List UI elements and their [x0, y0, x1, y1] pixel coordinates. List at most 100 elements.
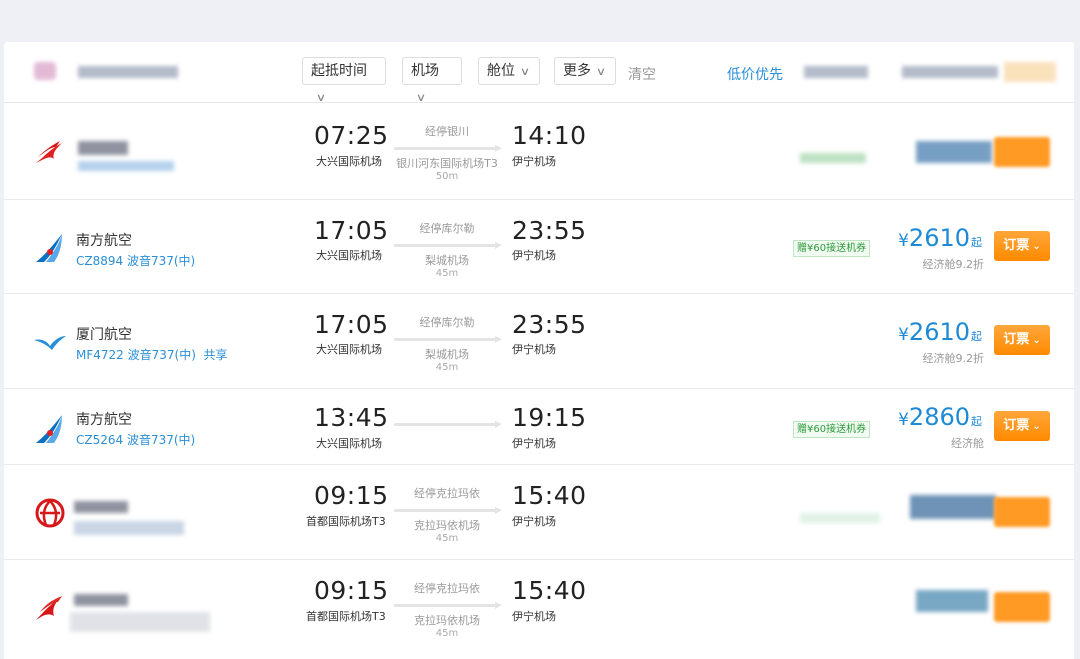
- departure-airport: 大兴国际机场: [316, 249, 382, 262]
- flight-info-link[interactable]: CZ5264 波音737(中): [76, 431, 195, 448]
- chevron-down-icon: ∨: [595, 65, 607, 78]
- china-southern-logo-icon: [36, 234, 62, 262]
- stop-airport: 克拉玛依机场: [414, 519, 480, 532]
- airport-filter[interactable]: 机场∨: [402, 57, 462, 104]
- departure-time: 09:15: [314, 576, 389, 605]
- codeshare-label: 共享: [203, 348, 228, 362]
- route-stop: 经停库尔勒 梨城机场 45m: [392, 220, 502, 279]
- arrival-time: 23:55: [512, 216, 587, 245]
- route-direct: [392, 415, 502, 431]
- blurred-airline-name: [78, 141, 128, 155]
- arrival-airport: 伊宁机场: [512, 155, 556, 168]
- sort-low-price[interactable]: 低价优先: [727, 64, 783, 84]
- route-stop: 经停克拉玛依 克拉玛依机场 45m: [392, 580, 502, 639]
- route-line: [392, 421, 502, 428]
- route-line: [392, 145, 502, 152]
- arrival-time: 15:40: [512, 481, 587, 510]
- airline-name: 厦门航空: [76, 327, 132, 343]
- flight-info-link[interactable]: CZ8894 波音737(中): [76, 252, 195, 269]
- airline-name: 南方航空: [76, 412, 132, 428]
- price: ¥2610起: [898, 318, 982, 346]
- stop-label: 经停克拉玛依: [414, 582, 480, 595]
- stop-label: 经停库尔勒: [419, 222, 475, 235]
- arrival-airport: 伊宁机场: [512, 437, 556, 450]
- departure-time: 13:45: [314, 403, 389, 432]
- departure-time: 07:25: [314, 121, 389, 150]
- cabin-class: 经济舱9.2折: [922, 352, 985, 365]
- flight-row: 南方航空 CZ5264 波音737(中) 13:45 大兴国际机场 19:15 …: [4, 389, 1074, 465]
- airline-logo-icon: [36, 596, 62, 620]
- flight-row: 09:15 首都国际机场T3 经停克拉玛依 克拉玛依机场 45m 15:40 伊…: [4, 465, 1074, 560]
- cabin-class: 经济舱: [951, 437, 984, 450]
- stop-airport: 梨城机场: [425, 254, 469, 267]
- book-button[interactable]: [994, 497, 1050, 527]
- arrival-time: 19:15: [512, 403, 587, 432]
- arrival-time: 14:10: [512, 121, 587, 150]
- airline-logo-icon: [36, 141, 62, 163]
- airline-name: 南方航空: [76, 233, 132, 249]
- stop-label: 经停库尔勒: [419, 316, 475, 329]
- stop-duration: 45m: [435, 533, 459, 544]
- stop-airport: 银川河东国际机场T3: [396, 157, 498, 170]
- blurred-flight-number: [78, 161, 174, 171]
- departure-airport: 大兴国际机场: [316, 437, 382, 450]
- chevron-down-icon: ⌄: [1032, 421, 1041, 432]
- flight-info-link[interactable]: MF4722 波音737(中) 共享: [76, 346, 228, 363]
- stop-duration: 45m: [435, 268, 459, 279]
- stop-duration: 50m: [435, 171, 459, 182]
- blurred-price: [910, 495, 996, 519]
- chevron-down-icon: ⌄: [1032, 335, 1041, 346]
- air-china-logo-icon: [35, 498, 65, 528]
- book-button[interactable]: 订票 ⌄: [994, 325, 1050, 355]
- route-line: [392, 242, 502, 249]
- price: ¥2860起: [898, 403, 982, 431]
- blurred-promo: [800, 513, 880, 523]
- blurred-sort-option[interactable]: [804, 66, 868, 78]
- flight-row: 07:25 大兴国际机场 经停银川 银川河东国际机场T3 50m 14:10 伊…: [4, 103, 1074, 200]
- flight-row: 厦门航空 MF4722 波音737(中) 共享 17:05 大兴国际机场 经停库…: [4, 294, 1074, 389]
- route-line: [392, 336, 502, 343]
- blurred-sort-option[interactable]: [1004, 62, 1056, 82]
- book-button[interactable]: [994, 137, 1050, 167]
- arrival-time: 15:40: [512, 576, 587, 605]
- blurred-sort-option[interactable]: [902, 66, 998, 78]
- blurred-price: [916, 590, 988, 612]
- departure-airport: 首都国际机场T3: [306, 610, 386, 623]
- promo-badge: 赠¥60接送机券: [793, 240, 871, 257]
- book-button[interactable]: 订票 ⌄: [994, 231, 1050, 261]
- departure-time: 17:05: [314, 310, 389, 339]
- stop-label: 经停克拉玛依: [414, 487, 480, 500]
- departure-time-filter[interactable]: 起抵时间∨: [302, 57, 386, 104]
- blurred-flight-number: [70, 612, 210, 632]
- book-button[interactable]: [994, 592, 1050, 622]
- book-button[interactable]: 订票 ⌄: [994, 411, 1050, 441]
- clear-filters-link[interactable]: 清空: [628, 64, 656, 84]
- stop-label: 经停银川: [425, 125, 469, 138]
- route-line: [392, 507, 502, 514]
- departure-airport: 首都国际机场T3: [306, 515, 386, 528]
- blurred-flight-number: [74, 521, 184, 535]
- cabin-filter[interactable]: 舱位 ∨: [478, 57, 540, 85]
- chevron-down-icon: ⌄: [1032, 241, 1041, 252]
- blurred-route-text: [78, 66, 178, 78]
- more-filter[interactable]: 更多 ∨: [554, 57, 616, 85]
- flight-row: 南方航空 CZ8894 波音737(中) 17:05 大兴国际机场 经停库尔勒 …: [4, 200, 1074, 294]
- departure-airport: 大兴国际机场: [316, 155, 382, 168]
- stop-airport: 克拉玛依机场: [414, 614, 480, 627]
- cabin-class: 经济舱9.2折: [922, 258, 985, 271]
- blurred-promo: [800, 153, 866, 163]
- blurred-price: [916, 141, 992, 163]
- arrival-airport: 伊宁机场: [512, 343, 556, 356]
- promo-badge: 赠¥60接送机券: [793, 421, 871, 438]
- blurred-logo: [34, 62, 56, 80]
- departure-time: 09:15: [314, 481, 389, 510]
- stop-duration: 45m: [435, 362, 459, 373]
- departure-airport: 大兴国际机场: [316, 343, 382, 356]
- chevron-down-icon: ∨: [519, 65, 531, 78]
- china-southern-logo-icon: [36, 415, 62, 443]
- stop-airport: 梨城机场: [425, 348, 469, 361]
- arrival-airport: 伊宁机场: [512, 610, 556, 623]
- arrival-airport: 伊宁机场: [512, 249, 556, 262]
- blurred-airline-name: [74, 501, 128, 513]
- xiamen-airlines-logo-icon: [34, 336, 66, 350]
